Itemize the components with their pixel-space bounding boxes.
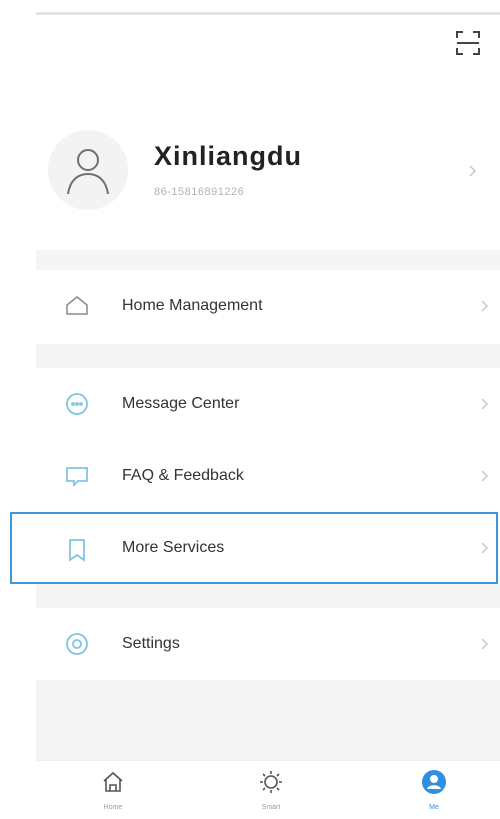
section-gap <box>36 584 500 608</box>
menu-item-faq-feedback[interactable]: FAQ & Feedback <box>36 440 500 512</box>
bottom-tab-bar: Home Smart Me <box>36 760 500 819</box>
menu-item-label: Settings <box>122 635 180 652</box>
message-icon <box>66 393 88 415</box>
bookmark-icon <box>69 539 85 562</box>
menu-item-message-center[interactable]: Message Center <box>36 368 500 440</box>
section-gap <box>36 344 500 368</box>
username: Xinliangdu <box>154 141 302 171</box>
tab-label: Smart <box>261 804 281 811</box>
scan-icon <box>456 31 480 55</box>
home-outline-icon <box>66 296 88 315</box>
tab-me[interactable]: Me <box>389 761 479 819</box>
feedback-icon <box>66 467 88 488</box>
menu-item-label: Message Center <box>122 395 240 412</box>
scan-button[interactable] <box>452 27 484 59</box>
chevron-right-icon <box>481 470 489 482</box>
chevron-right-icon <box>469 165 477 177</box>
menu-item-settings[interactable]: Settings <box>36 608 500 680</box>
tab-label: Home <box>103 804 123 811</box>
menu-item-more-services[interactable]: More Services <box>10 512 498 584</box>
home-icon <box>103 771 123 792</box>
person-filled-icon <box>422 770 446 794</box>
phone-number: 86-15816891226 <box>154 186 245 198</box>
menu-item-label: Home Management <box>122 297 263 314</box>
user-outline-icon <box>67 149 109 195</box>
sun-icon <box>260 771 282 793</box>
chevron-right-icon <box>481 542 489 554</box>
chevron-right-icon <box>481 398 489 410</box>
menu-item-label: FAQ & Feedback <box>122 467 244 484</box>
profile-card[interactable]: Xinliangdu 86-15816891226 <box>36 118 500 246</box>
top-divider <box>36 12 500 15</box>
chevron-right-icon <box>481 300 489 312</box>
menu-item-label: More Services <box>122 539 225 556</box>
menu-item-home-management[interactable]: Home Management <box>36 270 500 342</box>
chevron-right-icon <box>481 638 489 650</box>
avatar[interactable] <box>48 130 128 210</box>
tab-home[interactable]: Home <box>68 761 158 819</box>
bottom-spacer <box>36 680 500 760</box>
section-gap <box>36 250 500 270</box>
tab-label: Me <box>429 804 439 811</box>
tab-smart[interactable]: Smart <box>226 761 316 819</box>
settings-icon <box>66 633 88 655</box>
